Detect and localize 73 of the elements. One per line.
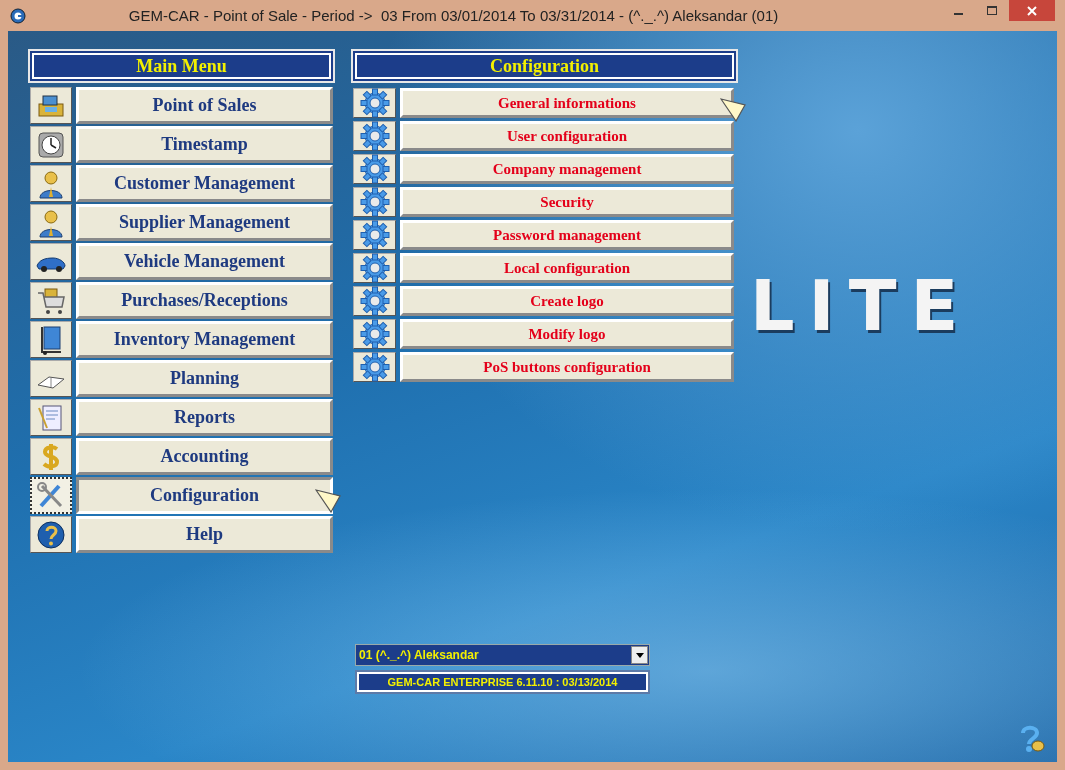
main-menu-button[interactable]: Reports xyxy=(76,399,333,436)
menu-icon-tile[interactable] xyxy=(30,399,72,436)
user-dropdown[interactable]: 01 (^._.^) Aleksandar xyxy=(355,644,650,666)
trolley-icon xyxy=(41,325,62,355)
person-icon xyxy=(39,210,63,237)
settings-option-button[interactable]: Modify logo xyxy=(400,319,734,349)
gear-icon xyxy=(359,187,390,217)
menu-icon-tile[interactable] xyxy=(353,319,396,349)
gear-icon xyxy=(359,220,390,250)
user-dropdown-value: 01 (^._.^) Aleksandar xyxy=(359,648,479,662)
settings-option-button[interactable]: Create logo xyxy=(400,286,734,316)
settings-option-button[interactable]: PoS buttons configuration xyxy=(400,352,734,382)
main-menu-button[interactable]: Configuration xyxy=(76,477,333,514)
menu-icon-tile[interactable] xyxy=(30,204,72,241)
menu-icon-tile[interactable] xyxy=(30,126,72,163)
menu-icon-tile[interactable] xyxy=(30,165,72,202)
background-logo: LITE xyxy=(750,271,973,341)
tools-icon xyxy=(37,481,63,507)
settings-option-button[interactable]: General informations xyxy=(400,88,734,118)
window-title: GEM-CAR - Point of Sale - Period -> 03 From 03/01/2014 To 03/31/2014 - (^._.^) Aleksandar (01) xyxy=(127,7,780,24)
book-icon xyxy=(37,376,65,388)
main-menu-button[interactable]: Customer Management xyxy=(76,165,333,202)
menu-icon-tile[interactable] xyxy=(30,516,72,553)
settings-option-button[interactable]: Local configuration xyxy=(400,253,734,283)
gear-icon xyxy=(359,154,390,184)
menu-icon-tile[interactable] xyxy=(30,477,72,514)
settings-option-button[interactable]: Company management xyxy=(400,154,734,184)
menu-icon-tile[interactable] xyxy=(30,243,72,280)
menu-icon-tile[interactable] xyxy=(353,286,396,316)
close-button[interactable] xyxy=(1009,0,1055,21)
main-menu-button[interactable]: Accounting xyxy=(76,438,333,475)
dollar-icon xyxy=(42,441,59,472)
gear-icon xyxy=(359,253,390,283)
main-menu-button[interactable]: Point of Sales xyxy=(76,87,333,124)
menu-icon-tile[interactable] xyxy=(30,282,72,319)
menu-icon-tile[interactable] xyxy=(353,220,396,250)
main-menu-button[interactable]: Planning xyxy=(76,360,333,397)
car-icon xyxy=(36,257,66,272)
gear-icon xyxy=(359,352,390,382)
main-menu-button[interactable]: Purchases/Receptions xyxy=(76,282,333,319)
menu-icon-tile[interactable] xyxy=(30,360,72,397)
main-menu-button[interactable]: Timestamp xyxy=(76,126,333,163)
minimize-icon xyxy=(953,13,963,15)
maximize-icon xyxy=(987,5,997,16)
gear-icon xyxy=(359,319,390,349)
person-icon xyxy=(39,171,63,198)
gear-icon xyxy=(359,88,390,118)
main-menu-button[interactable]: Inventory Management xyxy=(76,321,333,358)
settings-option-button[interactable]: Security xyxy=(400,187,734,217)
version-label: GEM-CAR ENTERPRISE 6.11.10 : 03/13/2014 xyxy=(357,672,648,692)
close-icon xyxy=(1027,5,1037,16)
menu-icon-tile[interactable] xyxy=(353,352,396,382)
menu-icon-tile[interactable] xyxy=(353,154,396,184)
main-menu-button[interactable]: Supplier Management xyxy=(76,204,333,241)
settings-option-button[interactable]: Password management xyxy=(400,220,734,250)
menu-icon-tile[interactable] xyxy=(353,88,396,118)
app-icon xyxy=(10,7,26,24)
gear-icon xyxy=(359,121,390,151)
menu-icon-tile[interactable] xyxy=(353,121,396,151)
settings-option-button[interactable]: User configuration xyxy=(400,121,734,151)
main-menu-button[interactable]: Vehicle Management xyxy=(76,243,333,280)
clock-icon xyxy=(38,132,64,157)
menu-icon-tile[interactable] xyxy=(353,187,396,217)
menu-icon-tile[interactable] xyxy=(353,253,396,283)
document-icon xyxy=(38,405,62,430)
menu-icon-tile[interactable] xyxy=(30,438,72,475)
menu-icon-tile[interactable] xyxy=(30,321,72,358)
cart-icon xyxy=(37,288,65,314)
register-icon xyxy=(38,95,64,116)
menu-icon-tile[interactable] xyxy=(30,87,72,124)
main-menu-button[interactable]: Help xyxy=(76,516,333,553)
help-icon xyxy=(37,521,65,548)
gear-icon xyxy=(359,286,390,316)
